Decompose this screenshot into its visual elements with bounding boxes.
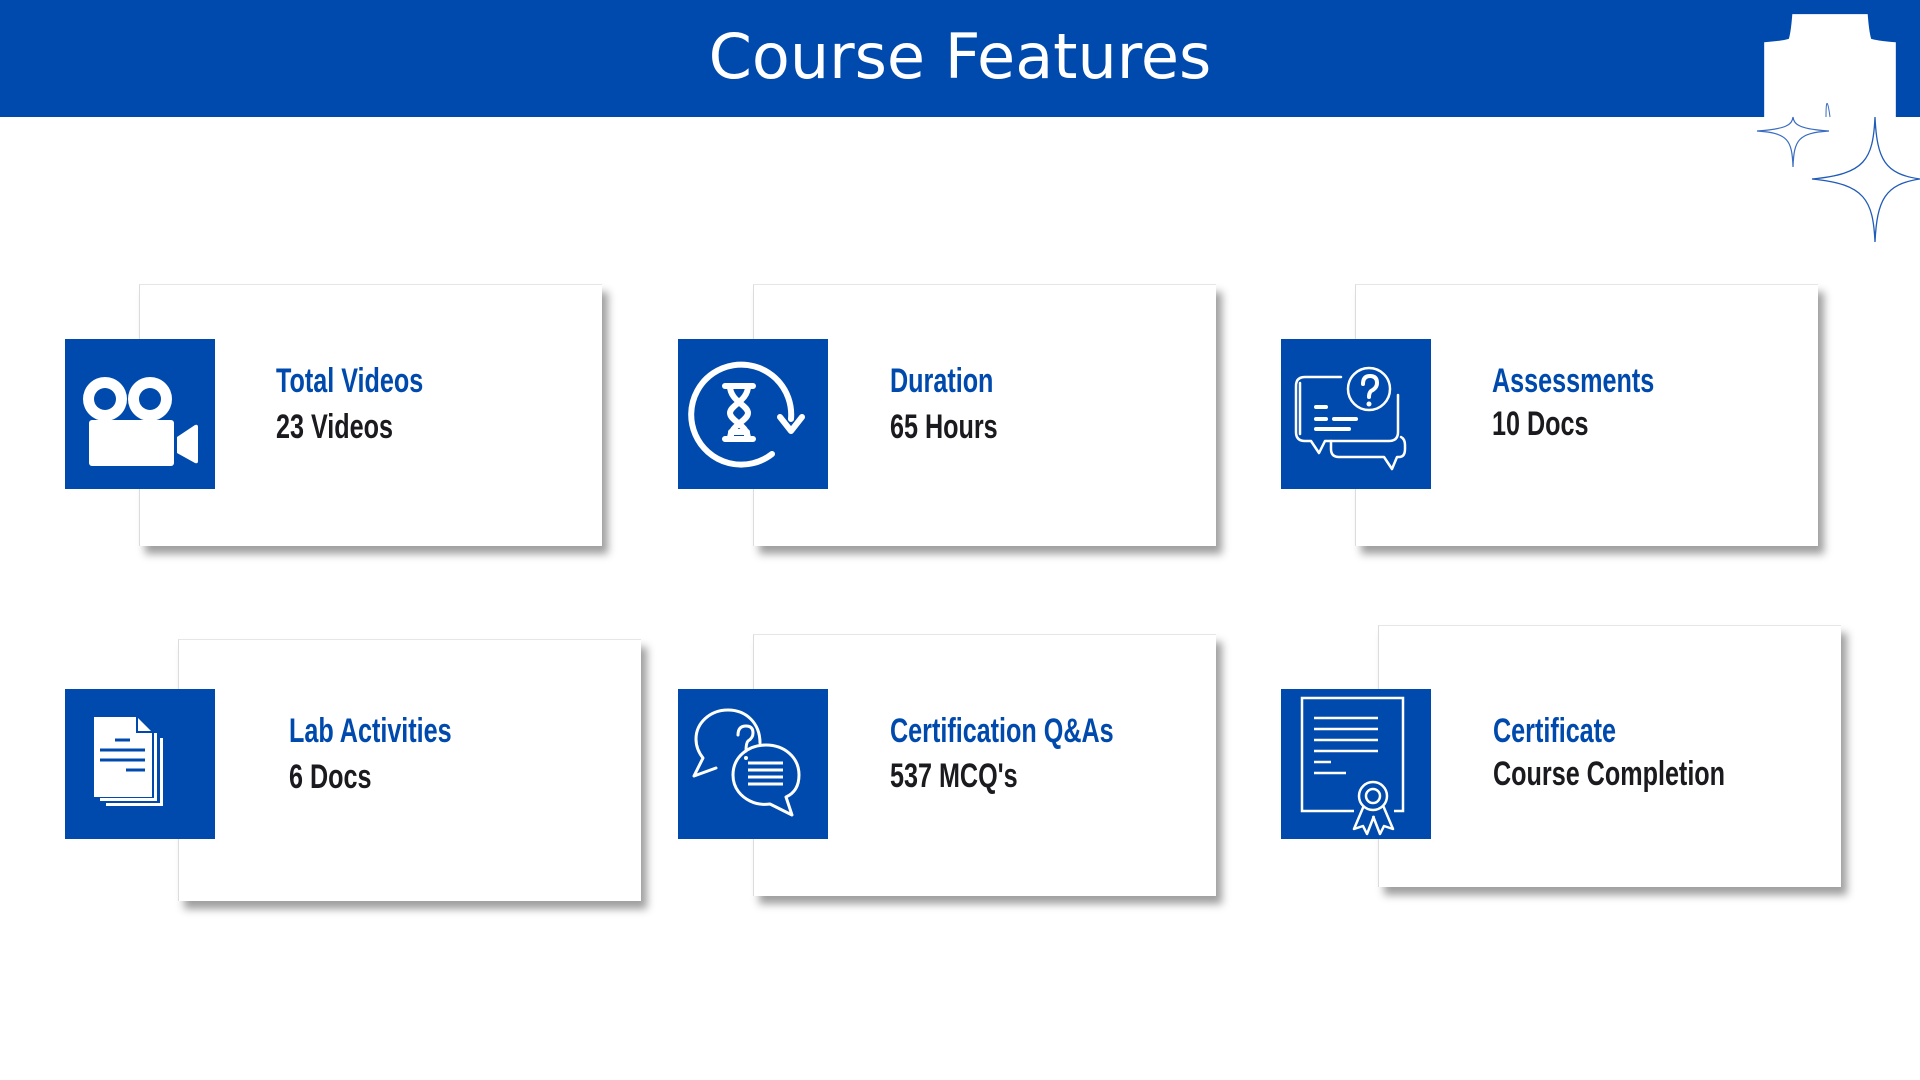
- feature-icon-box: [678, 689, 828, 839]
- feature-value: 23 Videos: [276, 408, 394, 446]
- header-bar: Course Features: [0, 0, 1920, 117]
- sparkles-lower-icon: [1756, 16, 1920, 243]
- feature-card-lab-activities: Lab Activities 6 Docs: [178, 639, 641, 901]
- feature-label: Assessments: [1492, 362, 1655, 400]
- feature-label: Duration: [890, 362, 994, 400]
- feature-icon-box: [678, 339, 828, 489]
- page-title: Course Features: [708, 20, 1212, 93]
- feature-card-certificate: Certificate Course Completion: [1378, 625, 1841, 887]
- question-chat-icon: [1294, 366, 1407, 471]
- qa-speech-bubbles-icon: [692, 708, 801, 817]
- feature-icon-box: [65, 689, 215, 839]
- feature-value: 10 Docs: [1492, 405, 1589, 443]
- feature-value: Course Completion: [1493, 755, 1726, 793]
- feature-label: Total Videos: [276, 362, 424, 400]
- video-camera-icon: [83, 377, 198, 466]
- feature-icon-box: [1281, 339, 1431, 489]
- feature-value: 6 Docs: [289, 758, 372, 796]
- certificate-icon: [1300, 696, 1405, 839]
- feature-value: 65 Hours: [890, 408, 998, 446]
- feature-label: Lab Activities: [289, 712, 452, 750]
- feature-value: 537 MCQ's: [890, 757, 1018, 795]
- documents-icon: [94, 717, 163, 806]
- hourglass-refresh-icon: [688, 361, 805, 468]
- feature-icon-box: [1281, 689, 1431, 839]
- feature-label: Certification Q&As: [890, 712, 1114, 750]
- feature-icon-box: [65, 339, 215, 489]
- feature-label: Certificate: [1493, 712, 1617, 750]
